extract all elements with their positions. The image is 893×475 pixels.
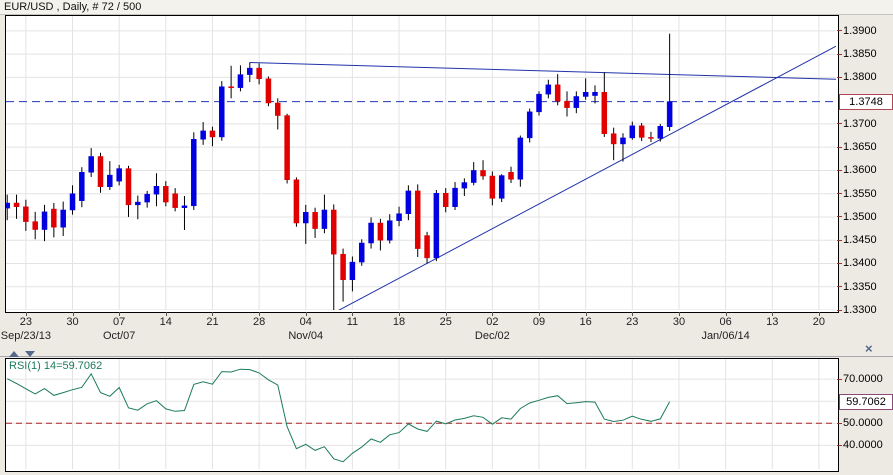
price-axis-label: 1.3700 [843,117,877,130]
week-tick-label: 07 [113,316,126,328]
rsi-indicator-label: RSI(1) 14=59.7062 [9,360,103,372]
week-tick-label: 20 [812,316,826,328]
price-axis-label: 1.3500 [843,210,877,223]
candles [6,33,673,310]
price-axis-label: 1.3650 [843,141,877,154]
price-axis-label: 1.3900 [843,24,877,37]
rsi-axis-label: 40.0000 [843,439,883,452]
price-axis-tick [837,309,842,311]
week-tick-label: 04 [299,316,312,328]
rsi-axis-label: 50.0000 [843,417,883,430]
rsi-axis-label: 70.0000 [843,373,883,386]
chart-title: EUR/USD , Daily, # 72 / 500 [4,1,142,13]
price-axis-label: 1.3550 [843,187,877,200]
week-tick-label: 23 [626,316,639,328]
week-tick-label: 23 [19,316,32,328]
rsi-line [6,368,671,463]
week-tick-label: 09 [532,316,546,328]
candlestick-chart[interactable] [6,16,836,310]
collapse-up-icon[interactable] [9,351,19,357]
price-axis-tick [837,53,842,55]
rsi-value-badge: 59.7062 [839,393,893,410]
week-tick-label: 30 [66,316,79,328]
price-axis-label: 1.3800 [843,71,877,84]
price-axis-tick [837,216,842,218]
trendline-resistance [249,62,836,80]
rsi-axis-tick [837,444,842,446]
rsi-indicator-pane[interactable] [5,358,839,472]
price-axis-label: 1.3600 [843,164,877,177]
price-axis-tick [837,146,842,148]
price-axis-tick [837,76,842,78]
main-chart-pane[interactable] [5,15,839,313]
price-axis-tick [837,30,842,32]
price-axis-tick [837,193,842,195]
close-icon[interactable]: × [865,342,873,355]
price-axis-label: 1.3850 [843,48,877,61]
rsi-axis-tick [837,378,842,380]
price-axis-tick [837,123,842,125]
week-tick-label: 11 [346,316,359,328]
week-tick-label: 16 [579,316,592,328]
rsi-grid-lines [6,359,836,469]
week-tick-label: 13 [766,316,779,328]
week-tick-label: 25 [439,316,452,328]
week-tick-label: 18 [392,316,406,328]
month-label: Dec/02 [474,330,510,342]
price-axis-tick [837,169,842,171]
month-label: Sep/23/13 [0,330,51,342]
rsi-chart[interactable] [6,359,836,469]
rsi-axis-tick [837,422,842,424]
price-axis-label: 1.3450 [843,234,877,247]
price-axis-tick [837,262,842,264]
price-axis-tick [837,286,842,288]
week-tick-label: 28 [252,316,266,328]
chart-title-bar: EUR/USD , Daily, # 72 / 500 [0,0,893,15]
collapse-down-icon[interactable] [25,351,35,357]
month-label: Oct/07 [102,330,136,342]
week-tick-label: 21 [206,316,219,328]
price-axis-label: 1.3350 [843,280,877,293]
price-axis-tick [837,239,842,241]
week-tick-label: 06 [719,316,732,328]
week-tick-label: 02 [486,316,499,328]
price-axis-label: 1.3300 [843,304,877,316]
trendline-support [338,45,836,310]
price-axis-label: 1.3400 [843,257,877,270]
month-label: Jan/06/14 [701,330,750,342]
grid-lines [6,16,836,310]
current-price-badge: 1.3748 [839,93,893,110]
week-tick-label: 30 [672,316,686,328]
month-label: Nov/04 [288,330,324,342]
chart-window: EUR/USD , Daily, # 72 / 500 1.3900 1.3850… [0,0,893,475]
panel-splitter[interactable] [0,356,893,357]
week-tick-label: 14 [159,316,172,328]
